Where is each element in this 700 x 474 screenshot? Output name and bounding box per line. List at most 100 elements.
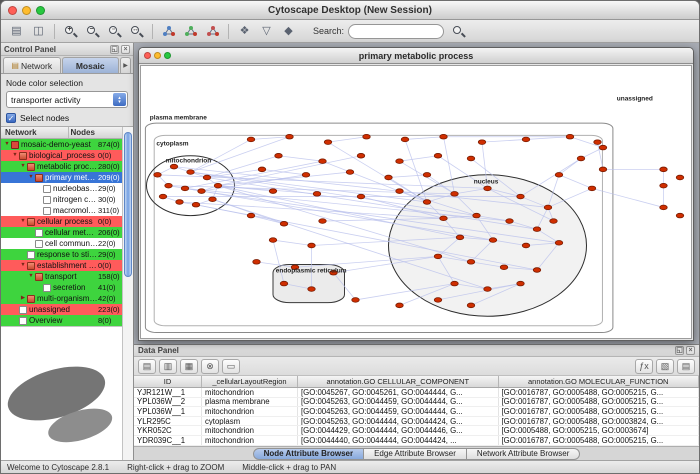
float-panel-button[interactable]: ◱ — [110, 45, 119, 54]
table-row[interactable]: YLR295Ccytoplasm[GO:0045263, GO:0044444,… — [134, 417, 699, 427]
table-row[interactable]: YJR121W__1mitochondrion[GO:0045267, GO:0… — [134, 388, 699, 398]
tree-row-nucleobase-nucleoside-nucleotide-metabolism[interactable]: nucleobase, nucleoside, nucleotide metab… — [1, 183, 133, 194]
column-header-1[interactable]: _cellularLayoutRegion — [202, 376, 298, 387]
close-panel-button[interactable]: × — [121, 45, 130, 54]
tree-row-multi-organism-process[interactable]: ▶multi-organism process42(0) — [1, 293, 133, 304]
new-attribute-icon: ▦ — [185, 362, 194, 371]
table-cell: [GO:0045267, GO:0045261, GO:0044444, G..… — [298, 388, 499, 397]
tree-row-macromolecule-metabolism[interactable]: macromolecule metabolism311(0) — [1, 205, 133, 216]
unselect-attributes-button[interactable]: ▥ — [159, 359, 177, 374]
matrix-view-button[interactable]: ▧ — [656, 359, 674, 374]
destroy-network-icon — [206, 25, 220, 37]
tab-mosaic[interactable]: Mosaic — [62, 57, 120, 73]
expander-icon[interactable]: ▶ — [19, 293, 27, 304]
expander-icon[interactable]: ▼ — [27, 271, 35, 282]
tree-column-network[interactable]: Network — [1, 127, 69, 138]
right-area: primary metabolic process plasma membran… — [134, 43, 699, 460]
table-cell: YDR039C__1 — [134, 436, 202, 445]
expander-icon[interactable]: ▼ — [19, 161, 27, 172]
new-attribute-button[interactable]: ▦ — [180, 359, 198, 374]
tree-header: Network Nodes — [1, 126, 133, 139]
tab-node-attribute-browser[interactable]: Node Attribute Browser — [253, 448, 365, 460]
chevron-right-icon: ▶ — [123, 62, 128, 69]
import-attributes-button[interactable]: ▤ — [677, 359, 695, 374]
tree-row-secretion[interactable]: secretion41(0) — [1, 282, 133, 293]
network-canvas[interactable]: plasma membranecytoplasmmitochondrionnuc… — [140, 65, 692, 339]
tab-network-label: Network — [21, 61, 52, 71]
formula-builder-button[interactable]: ƒx — [635, 359, 653, 374]
float-data-panel-button[interactable]: ◱ — [675, 346, 684, 355]
tree-row-nitrogen-compound-metabolism[interactable]: nitrogen compound metabolism30(0) — [1, 194, 133, 205]
table-row[interactable]: YKR052Cmitochondrion[GO:0044429, GO:0044… — [134, 426, 699, 436]
plugins-button[interactable]: ◆ — [278, 22, 299, 41]
close-button[interactable] — [8, 6, 17, 15]
tab-edge-attribute-browser[interactable]: Edge Attribute Browser — [364, 448, 467, 460]
control-panel-header: Control Panel ◱ × — [1, 43, 133, 56]
net-icon — [11, 141, 19, 149]
tab-overflow-button[interactable]: ▶ — [120, 57, 131, 73]
table-cell: YJR121W__1 — [134, 388, 202, 397]
matrix-view-icon: ▧ — [661, 362, 670, 371]
column-header-3[interactable]: annotation.GO MOLECULAR_FUNCTION — [499, 376, 700, 387]
expander-icon[interactable]: ▼ — [11, 150, 19, 161]
column-header-0[interactable]: ID — [134, 376, 202, 387]
network-overview-thumbnail[interactable] — [1, 326, 133, 460]
network-close-button[interactable] — [144, 52, 151, 59]
open-session-button[interactable]: ▤ — [6, 22, 27, 41]
search-options-button[interactable] — [448, 22, 469, 41]
destroy-network-button[interactable] — [202, 22, 223, 41]
open-session-icon: ▤ — [11, 26, 21, 37]
node-color-select[interactable]: transporter activity ▴▾ — [6, 91, 128, 108]
zoom-button[interactable] — [36, 6, 45, 15]
tree-row-overview[interactable]: Overview8(0) — [1, 315, 133, 326]
search-input[interactable] — [348, 24, 444, 39]
tree-row-metabolic-process[interactable]: ▼metabolic process280(0) — [1, 161, 133, 172]
expander-icon[interactable]: ▼ — [19, 216, 27, 227]
toolbar-separator — [152, 24, 153, 39]
delete-attribute-button[interactable]: ⊗ — [201, 359, 219, 374]
network-minimize-button[interactable] — [154, 52, 161, 59]
control-panel-scrollbar[interactable] — [122, 127, 133, 460]
tree-row-primary-metabolic-process[interactable]: ▼primary metabolic process209(0) — [1, 172, 133, 183]
expander-icon[interactable]: ▼ — [19, 260, 27, 271]
minimize-button[interactable] — [22, 6, 31, 15]
table-row[interactable]: YDR039C__1mitochondrion[GO:0044440, GO:0… — [134, 436, 699, 446]
expander-icon[interactable]: ▼ — [27, 172, 35, 183]
tree-item-label: nitrogen compound metabolism — [53, 195, 98, 204]
zoom-selected-button[interactable]: ▫ — [104, 22, 125, 41]
select-attributes-button[interactable]: ▤ — [138, 359, 156, 374]
expander-icon[interactable]: ▼ — [3, 139, 11, 150]
network-zoom-button[interactable] — [164, 52, 171, 59]
vizmapper-button[interactable]: ❖ — [234, 22, 255, 41]
tree-row-cell-communication[interactable]: cell communication22(0) — [1, 238, 133, 249]
close-data-panel-button[interactable]: × — [686, 346, 695, 355]
network-manager-button[interactable] — [158, 22, 179, 41]
tree-item-label: biological_process — [29, 151, 98, 160]
table-row[interactable]: YPL036W__2plasma membrane[GO:0045263, GO… — [134, 398, 699, 408]
tree-row-biological-process[interactable]: ▼biological_process0(0) — [1, 150, 133, 161]
tree-row-establishment-of-localization[interactable]: ▼establishment of localization0(0) — [1, 260, 133, 271]
window-title: Cytoscape Desktop (New Session) — [1, 5, 699, 16]
dropdown-arrows-icon: ▴▾ — [113, 93, 126, 106]
select-nodes-checkbox[interactable]: ✓ Select nodes — [1, 108, 133, 126]
filter-button[interactable]: ▽ — [256, 22, 277, 41]
tree-row-response-to-stimulus[interactable]: response to stimulus29(0) — [1, 249, 133, 260]
tree-row-mosaic-demo-yeast[interactable]: ▼mosaic-demo-yeast874(0) — [1, 139, 133, 150]
tree-row-unassigned[interactable]: unassigned223(0) — [1, 304, 133, 315]
zoom-out-button[interactable]: − — [82, 22, 103, 41]
zoom-fit-button[interactable]: ↔ — [126, 22, 147, 41]
column-header-2[interactable]: annotation.GO CELLULAR_COMPONENT — [298, 376, 499, 387]
tab-network[interactable]: ▤ Network — [3, 57, 61, 73]
table-cell: [GO:0045263, GO:0044459, GO:0044444, G..… — [298, 398, 499, 407]
page-icon — [19, 306, 27, 314]
save-session-button[interactable]: ◫ — [28, 22, 49, 41]
zoom-in-button[interactable]: + — [60, 22, 81, 41]
tree-row-cellular-metabolic-process[interactable]: cellular metabolic process206(0) — [1, 227, 133, 238]
table-row[interactable]: YPL036W__1mitochondrion[GO:0045263, GO:0… — [134, 407, 699, 417]
tab-network-attribute-browser[interactable]: Network Attribute Browser — [467, 448, 580, 460]
create-network-view-button[interactable] — [180, 22, 201, 41]
scrollbar-thumb[interactable] — [124, 132, 132, 277]
clear-table-button[interactable]: ▭ — [222, 359, 240, 374]
tree-row-transport[interactable]: ▼transport158(0) — [1, 271, 133, 282]
tree-row-cellular-process[interactable]: ▼cellular process0(0) — [1, 216, 133, 227]
